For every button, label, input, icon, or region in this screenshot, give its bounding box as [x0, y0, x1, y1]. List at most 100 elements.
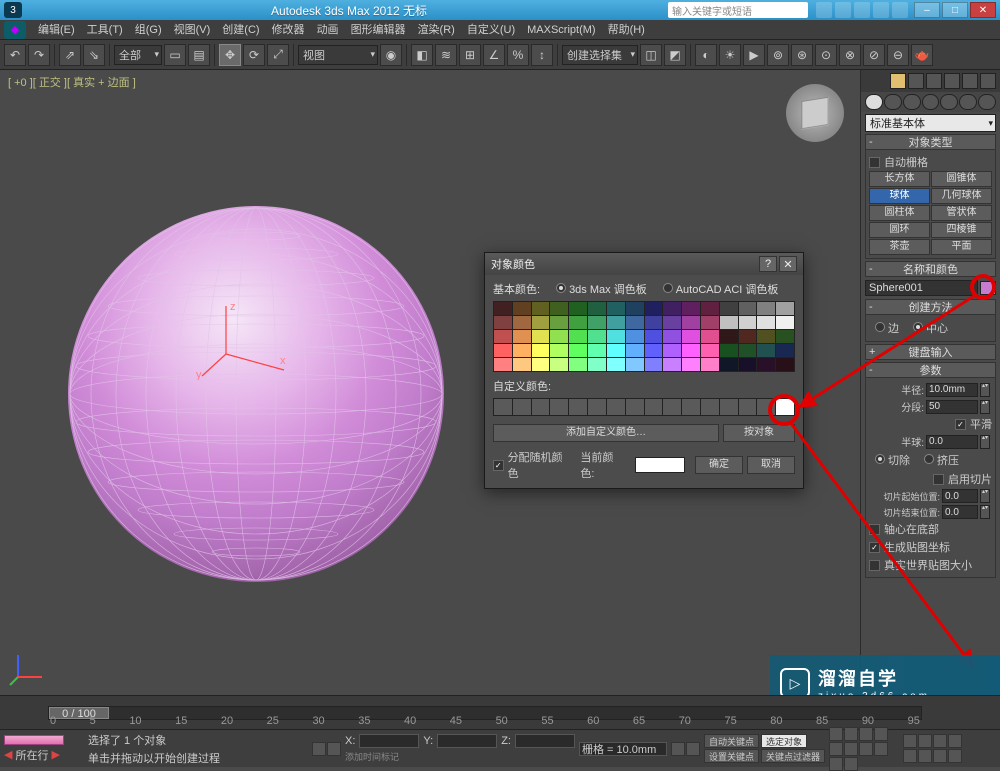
- palette-swatch[interactable]: [588, 302, 606, 315]
- tool-icon[interactable]: ⊛: [791, 44, 813, 66]
- coord-x-input[interactable]: [359, 734, 419, 748]
- palette-swatch[interactable]: [663, 330, 681, 343]
- menu-item[interactable]: 渲染(R): [412, 20, 461, 40]
- by-object-button[interactable]: 按对象: [723, 424, 795, 442]
- smooth-checkbox[interactable]: ✓平滑: [869, 415, 992, 433]
- slice-on-checkbox[interactable]: 启用切片: [869, 470, 992, 488]
- rollout-keyboard-entry[interactable]: +键盘输入: [865, 344, 996, 360]
- viewport-label[interactable]: [ +0 ][ 正交 ][ 真实 + 边面 ]: [8, 74, 136, 90]
- custom-swatch[interactable]: [532, 399, 550, 415]
- coord-z-input[interactable]: [515, 734, 575, 748]
- tool-icon[interactable]: ⊙: [815, 44, 837, 66]
- trackbar-key-icon[interactable]: [4, 735, 64, 745]
- menu-item[interactable]: 创建(C): [216, 20, 265, 40]
- palette-swatch[interactable]: [494, 358, 512, 371]
- transform-gizmo-icon[interactable]: zxy: [196, 300, 296, 380]
- prim-cylinder-button[interactable]: 圆柱体: [869, 205, 930, 221]
- custom-swatch[interactable]: [626, 399, 644, 415]
- cameras-icon[interactable]: [922, 94, 940, 110]
- link-icon[interactable]: ⇗: [59, 44, 81, 66]
- palette-swatch[interactable]: [588, 344, 606, 357]
- custom-swatch[interactable]: [569, 399, 587, 415]
- snap-icon[interactable]: ⊞: [459, 44, 481, 66]
- play-end-icon[interactable]: [829, 742, 843, 756]
- palette-swatch[interactable]: [682, 316, 700, 329]
- palette-swatch[interactable]: [532, 316, 550, 329]
- pivot-icon[interactable]: ◉: [380, 44, 402, 66]
- move-icon[interactable]: ✥: [219, 44, 241, 66]
- viewnav-icon[interactable]: [948, 749, 962, 763]
- modify-tab-icon[interactable]: [908, 73, 924, 89]
- title-icon[interactable]: [854, 2, 870, 18]
- keyfilters-button[interactable]: 关键点过滤器: [761, 749, 825, 763]
- custom-swatch[interactable]: [645, 399, 663, 415]
- method-center-radio[interactable]: 中心: [913, 320, 948, 336]
- scale-icon[interactable]: ⤢: [267, 44, 289, 66]
- palette-swatch[interactable]: [588, 330, 606, 343]
- spinner-icon[interactable]: ▴▾: [980, 400, 990, 414]
- menu-item[interactable]: 工具(T): [81, 20, 129, 40]
- app-menu-icon[interactable]: ◆: [4, 21, 26, 39]
- helpers-icon[interactable]: [940, 94, 958, 110]
- palette-swatch[interactable]: [550, 344, 568, 357]
- custom-swatch[interactable]: [550, 399, 568, 415]
- spinner-icon[interactable]: ▴▾: [980, 383, 990, 397]
- menu-item[interactable]: 自定义(U): [461, 20, 521, 40]
- rollout-object-type[interactable]: -对象类型: [865, 134, 996, 150]
- palette-swatch[interactable]: [720, 316, 738, 329]
- palette-swatch[interactable]: [550, 316, 568, 329]
- rollout-creation-method[interactable]: -创建方法: [865, 299, 996, 315]
- custom-swatch[interactable]: [663, 399, 681, 415]
- title-icon[interactable]: [873, 2, 889, 18]
- palette-swatch[interactable]: [776, 330, 794, 343]
- custom-swatch[interactable]: [588, 399, 606, 415]
- color-palette[interactable]: [493, 301, 795, 372]
- tool-icon[interactable]: ⊖: [887, 44, 909, 66]
- named-selection-dropdown[interactable]: 创建选择集: [562, 45, 638, 65]
- palette-swatch[interactable]: [682, 344, 700, 357]
- base-pivot-checkbox[interactable]: 轴心在底部: [869, 520, 992, 538]
- palette-swatch[interactable]: [494, 302, 512, 315]
- geometry-icon[interactable]: [865, 94, 883, 110]
- palette-swatch[interactable]: [701, 302, 719, 315]
- palette-swatch[interactable]: [588, 358, 606, 371]
- palette-swatch[interactable]: [776, 344, 794, 357]
- render-setup-icon[interactable]: ☀: [719, 44, 741, 66]
- palette-swatch[interactable]: [701, 344, 719, 357]
- palette-swatch[interactable]: [663, 344, 681, 357]
- tool-icon[interactable]: ◫: [640, 44, 662, 66]
- palette-swatch[interactable]: [739, 316, 757, 329]
- shapes-icon[interactable]: [884, 94, 902, 110]
- nav-icon[interactable]: [829, 757, 843, 771]
- utilities-tab-icon[interactable]: [980, 73, 996, 89]
- palette-swatch[interactable]: [739, 344, 757, 357]
- dialog-titlebar[interactable]: 对象颜色 ? ✕: [485, 253, 803, 275]
- palette-swatch[interactable]: [776, 316, 794, 329]
- tool-icon[interactable]: ⊘: [863, 44, 885, 66]
- custom-swatch-white[interactable]: [776, 399, 794, 415]
- palette-swatch[interactable]: [682, 302, 700, 315]
- material-editor-icon[interactable]: ◐: [695, 44, 717, 66]
- minimize-button[interactable]: –: [914, 2, 940, 18]
- palette-swatch[interactable]: [494, 330, 512, 343]
- create-tab-icon[interactable]: [890, 73, 906, 89]
- title-icon[interactable]: [892, 2, 908, 18]
- palette-swatch[interactable]: [645, 358, 663, 371]
- unlink-icon[interactable]: ⇘: [83, 44, 105, 66]
- prim-teapot-button[interactable]: 茶壶: [869, 239, 930, 255]
- nav-icon[interactable]: [859, 742, 873, 756]
- time-slider-track[interactable]: 0 / 100: [48, 706, 922, 720]
- cancel-button[interactable]: 取消: [747, 456, 795, 474]
- prim-cone-button[interactable]: 圆锥体: [931, 171, 992, 187]
- spinner-icon[interactable]: ▴▾: [980, 489, 990, 503]
- autokey-button[interactable]: 自动关键点: [704, 734, 759, 748]
- tool-icon[interactable]: ◩: [664, 44, 686, 66]
- ok-button[interactable]: 确定: [695, 456, 743, 474]
- sphere-object[interactable]: [68, 206, 444, 582]
- palette-swatch[interactable]: [645, 302, 663, 315]
- radius-input[interactable]: 10.0mm: [926, 383, 978, 397]
- palette-swatch[interactable]: [720, 302, 738, 315]
- current-color-swatch[interactable]: [635, 457, 685, 473]
- palette-swatch[interactable]: [550, 330, 568, 343]
- title-icon[interactable]: [835, 2, 851, 18]
